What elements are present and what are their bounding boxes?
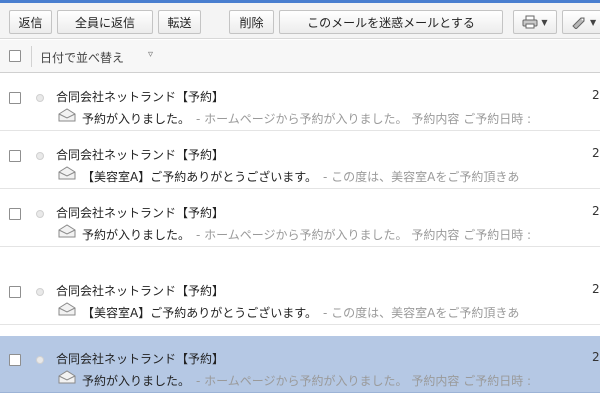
- sort-by-date-button[interactable]: 日付で並べ替え: [40, 49, 124, 66]
- message-row[interactable]: 合同会社ネットランド【予約】 2 【美容室A】ご予約ありがとうございます。 - こ…: [0, 268, 600, 325]
- envelope-icon: [58, 370, 76, 387]
- message-checkbox[interactable]: [9, 150, 21, 162]
- message-sender: 合同会社ネットランド【予約】: [56, 90, 225, 104]
- message-checkbox[interactable]: [9, 286, 21, 298]
- forward-button[interactable]: 転送: [158, 10, 201, 34]
- message-date: 2: [592, 146, 600, 160]
- message-row[interactable]: 合同会社ネットランド【予約】 2 予約が入りました。 - ホームページから予約が入…: [0, 74, 600, 131]
- message-checkbox[interactable]: [9, 208, 21, 220]
- message-sender: 合同会社ネットランド【予約】: [56, 206, 225, 220]
- chevron-down-icon: ▼: [541, 17, 548, 27]
- chevron-down-icon: ▼: [590, 17, 597, 27]
- message-preview: - この度は、美容室Aをご予約頂きあ: [323, 306, 520, 320]
- delete-button[interactable]: 削除: [229, 10, 274, 34]
- select-all-checkbox[interactable]: [9, 50, 21, 62]
- unread-dot-icon[interactable]: [36, 356, 44, 364]
- mark-spam-button[interactable]: このメールを迷惑メールとする: [279, 10, 503, 34]
- envelope-icon: [58, 108, 76, 125]
- divider: [31, 46, 32, 67]
- sort-header: 日付で並べ替え ▿: [0, 40, 600, 73]
- unread-dot-icon[interactable]: [36, 288, 44, 296]
- message-subject: 【美容室A】ご予約ありがとうございます。: [82, 170, 318, 184]
- message-date: 2: [592, 88, 600, 102]
- message-row[interactable]: 合同会社ネットランド【予約】 2 予約が入りました。 - ホームページから予約が入…: [0, 190, 600, 247]
- message-date: 2: [592, 350, 600, 364]
- message-row-selected[interactable]: 合同会社ネットランド【予約】 2 予約が入りました。 - ホームページから予約が入…: [0, 336, 600, 393]
- print-icon: [522, 15, 538, 29]
- message-sender: 合同会社ネットランド【予約】: [56, 284, 225, 298]
- envelope-icon: [58, 224, 76, 241]
- reply-button[interactable]: 返信: [9, 10, 52, 34]
- unread-dot-icon[interactable]: [36, 152, 44, 160]
- envelope-icon: [58, 166, 76, 183]
- message-subject: 予約が入りました。: [82, 228, 191, 242]
- message-subject: 【美容室A】ご予約ありがとうございます。: [82, 306, 318, 320]
- mail-toolbar: 返信 全員に返信 転送 削除 このメールを迷惑メールとする ▼ ▼: [0, 3, 600, 39]
- message-preview: - この度は、美容室Aをご予約頂きあ: [323, 170, 520, 184]
- message-row[interactable]: 合同会社ネットランド【予約】 2 【美容室A】ご予約ありがとうございます。 - こ…: [0, 132, 600, 189]
- message-date: 2: [592, 282, 600, 296]
- tag-icon: [571, 15, 587, 29]
- message-subject: 予約が入りました。: [82, 374, 191, 388]
- message-sender: 合同会社ネットランド【予約】: [56, 148, 225, 162]
- sort-direction-icon[interactable]: ▿: [148, 49, 153, 60]
- tag-menu-button[interactable]: ▼: [562, 10, 600, 34]
- print-menu-button[interactable]: ▼: [513, 10, 557, 34]
- unread-dot-icon[interactable]: [36, 210, 44, 218]
- message-preview: - ホームページから予約が入りました。 予約内容 ご予約日時 :: [196, 374, 532, 388]
- reply-all-button[interactable]: 全員に返信: [57, 10, 153, 34]
- message-preview: - ホームページから予約が入りました。 予約内容 ご予約日時 :: [196, 112, 532, 126]
- message-checkbox[interactable]: [9, 92, 21, 104]
- message-date: 2: [592, 204, 600, 218]
- message-checkbox[interactable]: [9, 354, 21, 366]
- message-sender: 合同会社ネットランド【予約】: [56, 352, 225, 366]
- message-subject: 予約が入りました。: [82, 112, 191, 126]
- message-preview: - ホームページから予約が入りました。 予約内容 ご予約日時 :: [196, 228, 532, 242]
- envelope-icon: [58, 302, 76, 319]
- unread-dot-icon[interactable]: [36, 94, 44, 102]
